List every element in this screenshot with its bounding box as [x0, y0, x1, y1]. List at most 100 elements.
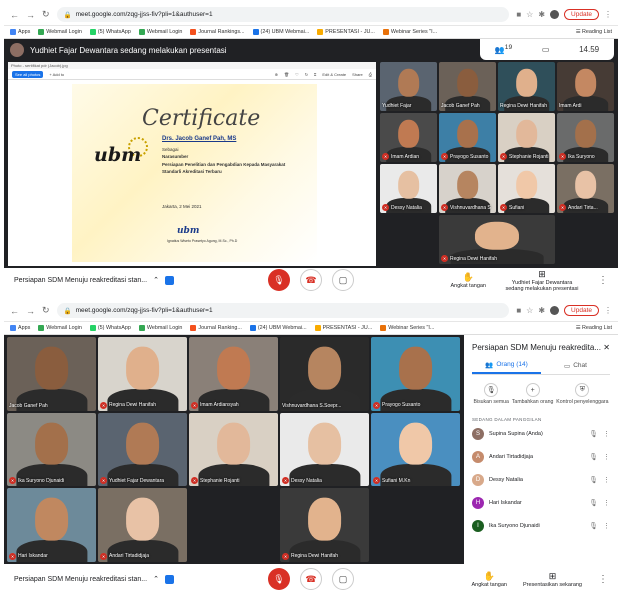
- bookmark-item[interactable]: Webmail Login: [38, 325, 82, 331]
- participant-tile[interactable]: ✕ Sufiani M.Kn: [371, 412, 460, 487]
- bookmark-item[interactable]: (5) WhatsApp: [89, 325, 131, 331]
- star-icon[interactable]: ☆: [526, 306, 533, 315]
- url-field[interactable]: 🔒 meet.google.com/zqg-jjss-fiv?pli=1&auth…: [56, 303, 510, 318]
- chevron-up-icon[interactable]: ⌃: [153, 276, 159, 284]
- bookmark-item[interactable]: Webinar Series "I...: [380, 325, 434, 331]
- participant-tile[interactable]: Jacob Ganef Pah: [7, 337, 96, 411]
- tab-chat[interactable]: ▭ Chat: [541, 357, 610, 374]
- profile-avatar[interactable]: [550, 10, 560, 19]
- bookmark-item[interactable]: Webinar Series "I...: [382, 29, 437, 35]
- present-now-button[interactable]: ⊞ Presentasikan sekarang: [523, 571, 582, 588]
- reload-icon[interactable]: ↻: [42, 9, 50, 20]
- profile-avatar[interactable]: [550, 306, 560, 315]
- viewer-crop-icon[interactable]: ⌗: [314, 72, 316, 77]
- bookmark-item[interactable]: (24) UBM Webmai...: [249, 325, 307, 331]
- star-icon[interactable]: ☆: [526, 10, 533, 19]
- participant-tile[interactable]: ✕ Stephanie Rojanti: [189, 412, 278, 487]
- close-icon[interactable]: ✕: [603, 343, 610, 352]
- mute-all-button[interactable]: 🎙 Bisukan semua: [473, 383, 509, 405]
- people-list-item[interactable]: S Supina Supina (Anda) 🎙 ⋮: [472, 422, 610, 445]
- participant-tile[interactable]: ✕ Imam Ardiansyah: [189, 337, 278, 411]
- chevron-up-icon[interactable]: ⌃: [153, 575, 159, 583]
- participant-tile[interactable]: Yudhiet Fajar: [380, 62, 437, 111]
- participant-tile[interactable]: ✕ Imam Ardian: [380, 113, 437, 162]
- bookmark-item[interactable]: (24) UBM Webmai...: [252, 29, 309, 35]
- bookmark-item[interactable]: (5) WhatsApp: [89, 29, 131, 35]
- participant-tile[interactable]: [371, 488, 460, 562]
- back-icon[interactable]: ←: [10, 10, 19, 20]
- meeting-title[interactable]: Persiapan SDM Menuju reakreditasi stan..…: [14, 574, 214, 584]
- people-icon[interactable]: 👥19: [495, 44, 512, 55]
- participant-tile[interactable]: ✕ Hari Iskandar: [7, 488, 96, 562]
- leave-call-button[interactable]: ☎: [300, 269, 322, 291]
- bookmark-item[interactable]: Webmail Login: [138, 325, 182, 331]
- bookmark-item[interactable]: PRESENTASI - JU...: [314, 325, 372, 331]
- raise-hand-button[interactable]: ✋ Angkat tangan: [451, 272, 486, 289]
- participant-tile[interactable]: Jacob Ganef Pah: [439, 62, 496, 111]
- viewer-edit-button[interactable]: See all photos: [12, 70, 44, 78]
- tab-people[interactable]: 👥 Orang (14): [472, 357, 541, 374]
- menu-icon[interactable]: ⋮: [604, 10, 612, 19]
- people-list-item[interactable]: D Dessy Natalia 🎙 ⋮: [472, 468, 610, 491]
- viewer-print-icon[interactable]: ⎙: [369, 72, 372, 77]
- participant-tile[interactable]: ✕ Prayogo Susanto: [371, 337, 460, 411]
- participant-tile[interactable]: ✕ Regina Dewi Hanifah: [280, 488, 369, 562]
- extensions-icon[interactable]: ✱: [538, 10, 545, 19]
- shield-icon[interactable]: [164, 574, 174, 584]
- presenting-indicator[interactable]: ⊞ Yudhiet Fajar Dewantara sedang melakuka…: [502, 269, 582, 292]
- more-options-icon[interactable]: ⋮: [603, 453, 610, 461]
- people-list-item[interactable]: H Hari Iskandar 🎙 ⋮: [472, 491, 610, 514]
- people-list-item[interactable]: A Andari Tirtadidjaja 🎙 ⋮: [472, 445, 610, 468]
- bookmark-item[interactable]: Apps: [10, 29, 30, 35]
- url-field[interactable]: 🔒 meet.google.com/zqg-jjss-fiv?pli=1&auth…: [56, 7, 510, 22]
- reading-list[interactable]: ☰ Reading List: [576, 29, 612, 35]
- viewer-edit-create[interactable]: Edit & Create: [322, 72, 346, 77]
- participant-tile[interactable]: Regina Dewi Hanifah: [498, 62, 555, 111]
- participant-tile[interactable]: ✕ Regina Dewi Hanifah: [439, 215, 555, 264]
- add-people-button[interactable]: + Tambahkan orang: [512, 383, 553, 405]
- update-button[interactable]: Update: [564, 305, 599, 316]
- participant-tile[interactable]: Imam Ardi: [557, 62, 614, 111]
- participant-tile[interactable]: ✕ Ika Suryono Djunaidi: [7, 412, 96, 487]
- more-options-icon[interactable]: ⋮: [603, 430, 610, 438]
- participant-tile[interactable]: ✕ Dessy Natalia: [380, 164, 437, 213]
- chat-icon[interactable]: ▭: [542, 45, 550, 54]
- camera-icon[interactable]: ■: [516, 10, 521, 19]
- viewer-zoom-icon[interactable]: ⊕: [275, 72, 278, 77]
- mic-off-icon[interactable]: 🎙: [589, 430, 598, 438]
- bookmark-item[interactable]: Journal Rankings...: [190, 29, 245, 35]
- forward-icon[interactable]: →: [26, 10, 35, 20]
- shield-icon[interactable]: [164, 275, 174, 285]
- bookmark-item[interactable]: Apps: [10, 325, 30, 331]
- mic-off-icon[interactable]: 🎙: [589, 499, 598, 507]
- forward-icon[interactable]: →: [26, 306, 35, 316]
- extensions-icon[interactable]: ✱: [538, 306, 545, 315]
- reading-list[interactable]: ☰ Reading List: [576, 325, 612, 331]
- mic-off-icon[interactable]: 🎙: [589, 476, 598, 484]
- raise-hand-button[interactable]: ✋ Angkat tangan: [472, 571, 507, 588]
- camera-icon[interactable]: ■: [516, 306, 521, 315]
- participant-tile[interactable]: ✕ Dessy Natalia: [280, 412, 369, 487]
- viewer-delete-icon[interactable]: 🗑: [284, 72, 289, 77]
- bookmark-item[interactable]: Webmail Login: [38, 29, 82, 35]
- meeting-title[interactable]: Persiapan SDM Menuju reakreditasi stan..…: [14, 275, 214, 285]
- participant-tile[interactable]: [189, 488, 278, 562]
- more-options-icon[interactable]: ⋮: [603, 522, 610, 530]
- participant-tile[interactable]: Vishnuvardhana S.Soepr...: [280, 337, 369, 411]
- bookmark-item[interactable]: Webmail Login: [138, 29, 182, 35]
- back-icon[interactable]: ←: [10, 306, 19, 316]
- more-options-icon[interactable]: ⋮: [598, 574, 608, 585]
- host-controls-button[interactable]: ⛨ Kontrol penyelenggara: [556, 383, 609, 405]
- leave-call-button[interactable]: ☎: [300, 568, 322, 590]
- camera-button[interactable]: ▢: [332, 269, 354, 291]
- viewer-share-icon[interactable]: Share: [352, 72, 363, 77]
- bookmark-item[interactable]: PRESENTASI - JU...: [317, 29, 375, 35]
- participant-tile[interactable]: ✕ Andari Tirta...: [557, 164, 614, 213]
- reload-icon[interactable]: ↻: [42, 305, 50, 316]
- participant-tile[interactable]: ✕ Ika Suryono: [557, 113, 614, 162]
- participant-tile[interactable]: ✕ Andari Tirtadidjaja: [98, 488, 187, 562]
- bookmark-item[interactable]: Journal Ranking...: [190, 325, 242, 331]
- participant-tile[interactable]: ✕ Prayogo Susanto: [439, 113, 496, 162]
- participant-tile[interactable]: ✕ Stephanie Rojanti: [498, 113, 555, 162]
- mic-off-icon[interactable]: 🎙: [589, 453, 598, 461]
